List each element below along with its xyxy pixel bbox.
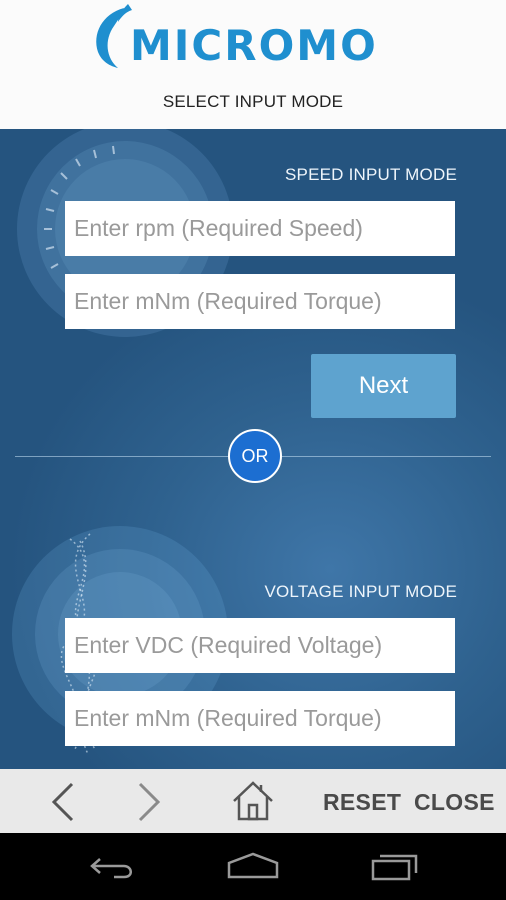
system-nav-bar (0, 833, 506, 900)
voltage-mode-label: VOLTAGE INPUT MODE (264, 582, 457, 601)
rpm-input[interactable] (65, 201, 455, 256)
vdc-input[interactable] (65, 618, 455, 673)
page-title: SELECT INPUT MODE (162, 92, 344, 111)
back-arrow-icon[interactable] (48, 781, 78, 823)
or-badge: OR (228, 429, 282, 483)
nav-home-icon[interactable] (226, 851, 280, 881)
reset-button[interactable]: RESET (323, 789, 401, 816)
forward-arrow-icon[interactable] (134, 781, 164, 823)
bottom-toolbar: RESET CLOSE (0, 769, 506, 833)
speed-mode-label: SPEED INPUT MODE (285, 165, 457, 184)
next-button[interactable]: Next (311, 354, 456, 418)
voltage-torque-input[interactable] (65, 691, 455, 746)
nav-back-icon[interactable] (88, 853, 138, 881)
speed-torque-input[interactable] (65, 274, 455, 329)
logo-text: MICROMO (130, 21, 378, 70)
input-mode-panel: SPEED INPUT MODE Next OR VOLTAGE INPUT M… (0, 129, 506, 769)
micromo-logo: MICROMO (88, 4, 428, 74)
nav-recents-icon[interactable] (370, 851, 420, 881)
close-button[interactable]: CLOSE (414, 789, 495, 816)
app-header: MICROMO SELECT INPUT MODE (0, 0, 506, 129)
home-icon[interactable] (231, 779, 275, 823)
